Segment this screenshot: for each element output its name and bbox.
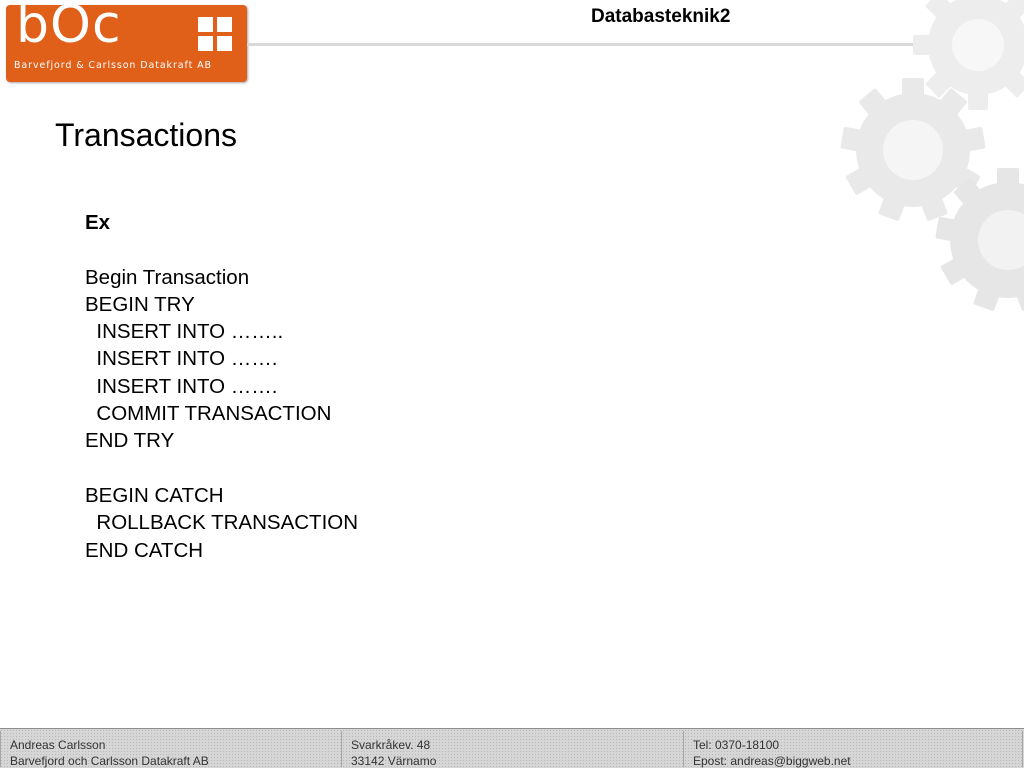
logo-grid-icon [198,17,232,51]
body-line: INSERT INTO …….. [85,320,284,344]
footer-address: Svarkråkev. 48 33142 Värnamo [351,737,436,768]
footer: Andreas Carlsson Barvefjord och Carlsson… [0,728,1024,768]
footer-divider [683,731,684,767]
body-line: BEGIN TRY [85,292,195,316]
body-line: END CATCH [85,538,204,562]
gear-icon [913,0,1024,110]
company-logo: bOc Barvefjord & Carlsson Datakraft AB [6,0,247,82]
body-line: Begin Transaction [85,265,250,289]
gears-decoration-icon [840,0,1024,311]
footer-author: Andreas Carlsson Barvefjord och Carlsson… [10,737,209,768]
body-line: INSERT INTO ……. [85,347,278,371]
body-line [85,455,358,482]
logo-mark: bOc [16,0,122,55]
body-line: BEGIN CATCH [85,483,224,507]
slide: bOc Barvefjord & Carlsson Datakraft AB D… [0,0,1024,768]
body-line: COMMIT TRANSACTION [85,402,332,426]
body-line: END TRY [85,429,175,453]
body-line: INSERT INTO ……. [85,374,278,398]
body-line: ROLLBACK TRANSACTION [85,511,359,535]
body-line: Ex [85,211,111,234]
footer-street: Svarkråkev. 48 [351,738,431,752]
footer-author-name: Andreas Carlsson [10,738,106,752]
logo-company-name: Barvefjord & Carlsson Datakraft AB [14,60,212,71]
footer-divider [0,731,1,767]
footer-divider [341,731,342,767]
footer-author-company: Barvefjord och Carlsson Datakraft AB [10,754,209,768]
footer-contact: Tel: 0370-18100 Epost: andreas@biggweb.n… [693,737,851,768]
footer-email: Epost: andreas@biggweb.net [693,754,851,768]
footer-phone: Tel: 0370-18100 [693,738,780,752]
body-line [85,236,358,263]
course-title: Databasteknik2 [591,6,731,27]
slide-title: Transactions [55,117,237,153]
slide-body: Ex Begin Transaction BEGIN TRY INSERT IN… [85,209,358,564]
footer-divider [1022,731,1023,767]
footer-postal: 33142 Värnamo [351,754,437,768]
